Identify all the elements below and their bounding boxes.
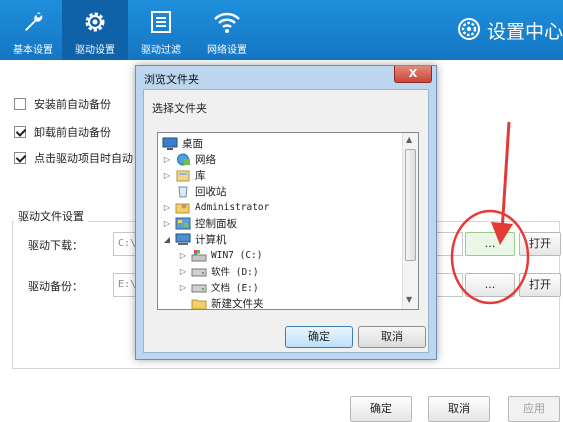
top-navigation-bar: 基本设置 驱动设置 驱动过滤 网络设置 设置中心 xyxy=(0,0,563,60)
expand-arrow-icon[interactable]: ▷ xyxy=(162,203,172,212)
dialog-prompt: 选择文件夹 xyxy=(152,102,207,115)
tab-label: 驱动过滤 xyxy=(141,45,181,56)
download-label: 驱动下载： xyxy=(28,239,83,252)
option-backup-before-uninstall[interactable]: 卸载前自动备份 xyxy=(14,124,111,140)
tree-scrollbar[interactable]: ▲ ▼ xyxy=(402,133,418,309)
option-label: 点击驱动项目时自动 xyxy=(34,152,133,165)
gear-icon xyxy=(456,16,482,45)
tree-item-control-panel[interactable]: ▷ 控制面板 xyxy=(162,215,237,231)
apply-button[interactable]: 应用 xyxy=(508,396,560,422)
gear-icon xyxy=(62,8,128,36)
backup-open-button[interactable]: 打开 xyxy=(519,273,561,297)
option-label: 安装前自动备份 xyxy=(34,98,111,111)
drive-icon xyxy=(191,281,207,294)
backup-label: 驱动备份： xyxy=(28,280,83,293)
folder-icon xyxy=(191,297,207,309)
checkbox[interactable] xyxy=(14,98,26,110)
list-icon xyxy=(128,8,194,36)
expand-arrow-icon[interactable]: ▷ xyxy=(178,283,188,292)
tree-item-library[interactable]: ▷ 库 xyxy=(162,167,206,183)
tree-item-label: 计算机 xyxy=(195,233,227,246)
tree-item-drive-c[interactable]: ▷ WIN7 (C:) xyxy=(178,247,262,263)
ok-button[interactable]: 确定 xyxy=(350,396,412,422)
tree-item-label: Administrator xyxy=(195,201,270,213)
download-open-button[interactable]: 打开 xyxy=(519,232,561,256)
tree-item-network[interactable]: ▷ 网络 xyxy=(162,151,216,167)
tree-item-drive-d[interactable]: ▷ 软件 (D:) xyxy=(178,263,259,279)
dialog-title: 浏览文件夹 xyxy=(144,73,199,86)
tree-item-label: 回收站 xyxy=(195,185,227,198)
collapse-arrow-icon[interactable]: ◢ xyxy=(162,235,172,244)
tab-label: 网络设置 xyxy=(207,45,247,56)
brand-label: 设置中心 xyxy=(487,21,563,43)
tree-item-drive-e[interactable]: ▷ 文档 (E:) xyxy=(178,279,259,295)
expand-arrow-icon[interactable]: ▷ xyxy=(178,267,188,276)
tab-driver-filter[interactable]: 驱动过滤 xyxy=(128,0,194,60)
desktop-icon xyxy=(162,137,178,150)
dialog-cancel-button[interactable]: 取消 xyxy=(358,326,426,348)
tree-item-administrator[interactable]: ▷ Administrator xyxy=(162,199,269,215)
tree-item-label: 库 xyxy=(195,169,206,182)
cancel-button[interactable]: 取消 xyxy=(428,396,490,422)
folder-tree: 桌面 ▷ 网络 ▷ 库 回收站 ▷ Administrator ▷ 控制面板 ◢… xyxy=(157,132,419,310)
user-folder-icon xyxy=(175,201,191,214)
expand-arrow-icon[interactable]: ▷ xyxy=(162,219,172,228)
tab-network-settings[interactable]: 网络设置 xyxy=(194,0,260,60)
settings-center-title: 设置中心 xyxy=(456,16,563,45)
dialog-close-button[interactable]: X xyxy=(394,66,432,83)
tab-label: 驱动设置 xyxy=(75,45,115,56)
tab-basic-settings[interactable]: 基本设置 xyxy=(0,0,66,60)
expand-arrow-icon[interactable]: ▷ xyxy=(162,171,172,180)
tree-item-label: 新建文件夹 xyxy=(211,297,264,310)
dialog-body: 选择文件夹 桌面 ▷ 网络 ▷ 库 回收站 ▷ Administrator ▷ … xyxy=(143,89,429,353)
scroll-down-icon[interactable]: ▼ xyxy=(406,295,412,304)
control-panel-icon xyxy=(175,217,191,230)
tree-item-label: 网络 xyxy=(195,153,216,166)
tree-item-label: 软件 (D:) xyxy=(211,267,259,278)
system-drive-icon xyxy=(191,249,207,262)
network-icon xyxy=(175,153,191,166)
library-icon xyxy=(175,169,191,182)
tree-item-label: WIN7 (C:) xyxy=(211,249,263,261)
tree-item-label: 文档 (E:) xyxy=(211,283,259,294)
tree-item-recycle-bin[interactable]: 回收站 xyxy=(175,183,227,199)
expand-arrow-icon[interactable]: ▷ xyxy=(162,155,172,164)
computer-icon xyxy=(175,233,191,246)
drive-icon xyxy=(191,265,207,278)
tree-item-label: 桌面 xyxy=(182,137,203,150)
scroll-up-icon[interactable]: ▲ xyxy=(406,135,412,144)
option-backup-before-install[interactable]: 安装前自动备份 xyxy=(14,96,111,112)
wifi-icon xyxy=(194,8,260,36)
tree-item-label: 控制面板 xyxy=(195,217,237,230)
tree-item-computer[interactable]: ◢ 计算机 xyxy=(162,231,227,247)
tab-driver-settings[interactable]: 驱动设置 xyxy=(62,0,128,60)
tree-item-new-folder[interactable]: 新建文件夹 xyxy=(191,295,264,310)
group-title: 驱动文件设置 xyxy=(14,208,88,224)
backup-browse-button[interactable]: ... xyxy=(465,273,515,297)
tree-item-desktop[interactable]: 桌面 xyxy=(162,135,203,151)
expand-arrow-icon[interactable]: ▷ xyxy=(178,251,188,260)
tab-label: 基本设置 xyxy=(13,45,53,56)
download-browse-button[interactable]: ... xyxy=(465,232,515,256)
browse-folder-dialog: 浏览文件夹 X 选择文件夹 桌面 ▷ 网络 ▷ 库 回收站 ▷ Administ… xyxy=(135,65,437,360)
dialog-ok-button[interactable]: 确定 xyxy=(285,326,353,348)
option-auto-on-click[interactable]: 点击驱动项目时自动 xyxy=(14,150,133,166)
recycle-bin-icon xyxy=(175,185,191,198)
scrollbar-thumb[interactable] xyxy=(405,149,416,261)
checkbox[interactable] xyxy=(14,126,26,138)
checkbox[interactable] xyxy=(14,152,26,164)
wrench-icon xyxy=(0,8,66,36)
option-label: 卸载前自动备份 xyxy=(34,126,111,139)
